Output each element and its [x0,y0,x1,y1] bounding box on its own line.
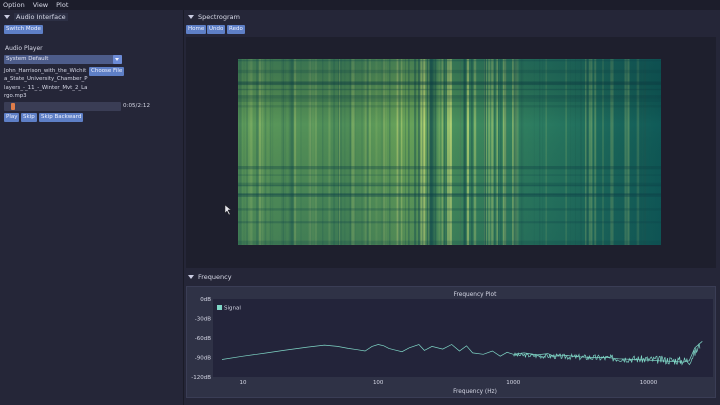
spectrogram-title: Spectrogram [198,12,240,21]
y-tick-label: -30dB [195,317,211,323]
y-tick-label: -120dB [191,375,211,381]
mouse-cursor-icon [224,204,232,216]
menu-option[interactable]: Option [3,1,25,9]
audio-player-title: Audio Player [5,45,43,52]
legend-label: Signal [224,306,241,312]
time-display: 0:05/2:12 [123,103,151,109]
legend-swatch [217,305,222,310]
y-tick-label: 0dB [200,297,211,303]
chevron-down-icon[interactable] [113,55,122,64]
collapse-arrow-icon[interactable] [188,14,194,19]
collapse-arrow-icon[interactable] [188,274,194,279]
menu-bar: Option View Plot [0,0,720,10]
seek-slider-handle[interactable] [11,103,15,110]
switch-mode-button[interactable]: Switch Mode [4,25,43,34]
plot-area [213,299,713,377]
menu-plot[interactable]: Plot [56,1,68,9]
skip-button[interactable]: Skip [21,113,37,122]
frequency-chart: Frequency Plot 0dB-30dB-60dB-90dB-120dB … [191,292,713,395]
spectrogram-image [224,59,661,245]
collapse-arrow-icon[interactable] [4,14,10,19]
output-device-select[interactable]: System Default [4,55,122,64]
x-tick-label: 10 [240,380,247,386]
file-name-label: John_Harrison_with_the_Wichita_State_Uni… [4,68,88,99]
audio-interface-title: Audio Interface [14,12,68,21]
output-device-value: System Default [6,56,49,62]
seek-slider[interactable] [4,102,121,111]
play-button[interactable]: Play [4,113,20,122]
x-axis-label: Frequency (Hz) [453,389,497,395]
menu-view[interactable]: View [33,1,48,9]
spectrogram-header[interactable]: Spectrogram [184,12,240,21]
home-button[interactable]: Home [186,25,207,34]
y-tick-label: -90dB [195,356,211,362]
choose-file-button[interactable]: Choose File [89,67,125,76]
y-tick-label: -60dB [195,336,211,342]
redo-button[interactable]: Redo [227,25,245,34]
x-tick-label: 1000 [506,380,520,386]
frequency-title: Frequency [198,272,232,281]
chart-title: Frequency Plot [454,292,497,298]
panel-divider[interactable] [183,10,184,405]
spectrogram-view[interactable] [186,37,716,268]
audio-interface-header[interactable]: Audio Interface [0,12,183,21]
skip-backward-button[interactable]: Skip Backward [39,113,84,122]
frequency-header[interactable]: Frequency [184,272,232,281]
x-tick-label: 100 [373,380,384,386]
frequency-plot[interactable]: Frequency Plot 0dB -30dB -60dB -90dB -120dB … [186,286,716,398]
undo-button[interactable]: Undo [207,25,226,34]
x-tick-label: 10000 [640,380,658,386]
